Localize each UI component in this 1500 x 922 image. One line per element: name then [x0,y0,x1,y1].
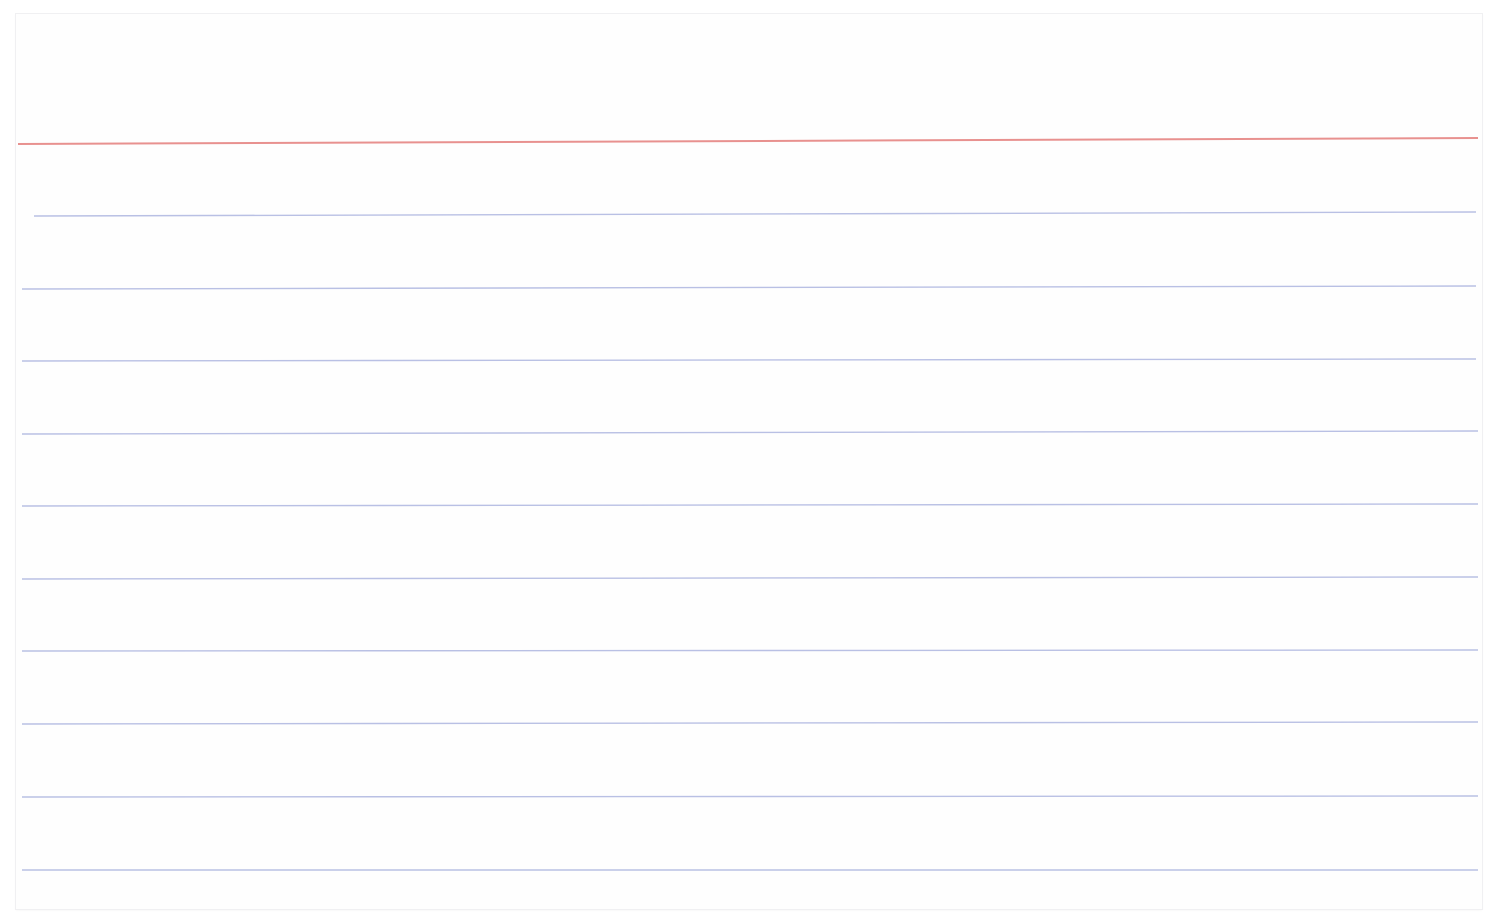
page [0,0,1500,922]
index-card [16,14,1482,909]
